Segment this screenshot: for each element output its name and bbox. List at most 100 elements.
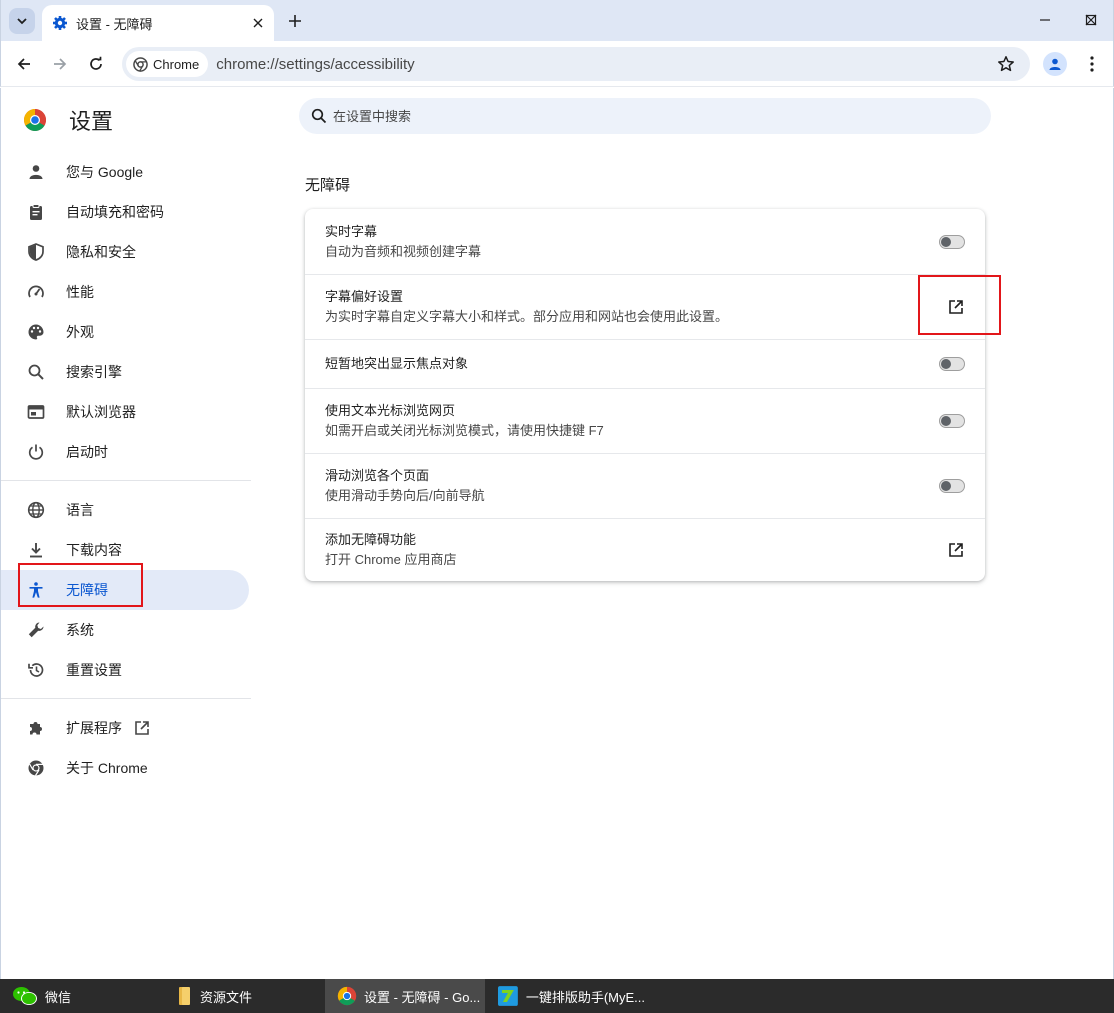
setting-row-caption-preferences[interactable]: 字幕偏好设置 为实时字幕自定义字幕大小和样式。部分应用和网站也会使用此设置。 bbox=[305, 274, 985, 339]
taskbar-label: 一键排版助手(MyE... bbox=[525, 989, 645, 1005]
speedometer-icon bbox=[25, 281, 47, 303]
sidebar-item-languages[interactable]: 语言 bbox=[1, 490, 249, 530]
sidebar-item-about-chrome[interactable]: 关于 Chrome bbox=[1, 748, 249, 788]
url-text[interactable]: chrome://settings/accessibility bbox=[216, 56, 992, 73]
accessibility-settings-card: 实时字幕 自动为音频和视频创建字幕 字幕偏好设置 为实时字幕自定义字幕大小和样式… bbox=[305, 209, 985, 581]
setting-row-focus-highlight[interactable]: 短暂地突出显示焦点对象 bbox=[305, 339, 985, 388]
forward-button[interactable] bbox=[46, 50, 74, 78]
settings-page: 设置 您与 Google 自动填充和密码 隐私和安全 性能 外观 搜索引擎 bbox=[0, 88, 1114, 979]
history-icon bbox=[25, 659, 47, 681]
sidebar-item-label: 外观 bbox=[66, 324, 94, 340]
reload-button[interactable] bbox=[82, 50, 110, 78]
swipe-navigation-toggle[interactable] bbox=[939, 479, 965, 493]
setting-row-live-caption[interactable]: 实时字幕 自动为音频和视频创建字幕 bbox=[305, 209, 985, 274]
sidebar-item-appearance[interactable]: 外观 bbox=[1, 312, 249, 352]
browser-menu-button[interactable] bbox=[1080, 50, 1104, 78]
sidebar-divider bbox=[1, 698, 251, 699]
setting-title: 滑动浏览各个页面 bbox=[325, 468, 430, 483]
sidebar-item-on-startup[interactable]: 启动时 bbox=[1, 432, 249, 472]
reload-icon bbox=[90, 56, 102, 70]
sidebar-item-autofill[interactable]: 自动填充和密码 bbox=[1, 192, 249, 232]
setting-subtitle: 如需开启或关闭光标浏览模式，请使用快捷键 F7 bbox=[325, 423, 604, 438]
sidebar-item-label: 关于 Chrome bbox=[66, 760, 148, 776]
globe-icon bbox=[25, 499, 47, 521]
tab-close-button[interactable] bbox=[248, 13, 268, 33]
browser-toolbar: Chrome chrome://settings/accessibility bbox=[0, 41, 1114, 87]
gear-icon bbox=[53, 16, 67, 30]
address-bar[interactable]: Chrome chrome://settings/accessibility bbox=[122, 47, 1030, 81]
setting-title: 实时字幕 bbox=[325, 223, 378, 239]
wechat-icon bbox=[13, 987, 37, 1005]
power-icon bbox=[25, 441, 47, 463]
profile-avatar-button[interactable] bbox=[1043, 52, 1067, 76]
sidebar-item-label: 自动填充和密码 bbox=[66, 204, 164, 220]
star-icon bbox=[998, 56, 1014, 72]
live-caption-toggle[interactable] bbox=[939, 234, 965, 249]
sidebar-item-system[interactable]: 系统 bbox=[1, 610, 249, 650]
close-icon bbox=[1085, 14, 1097, 26]
open-in-new-icon bbox=[949, 543, 963, 557]
sidebar-item-label: 隐私和安全 bbox=[66, 244, 136, 260]
back-button[interactable] bbox=[10, 50, 38, 78]
bookmark-star-button[interactable] bbox=[992, 50, 1020, 78]
chrome-logo-icon bbox=[24, 109, 46, 131]
site-info-chip[interactable]: Chrome bbox=[126, 51, 209, 77]
taskbar-item-wechat[interactable]: 微信 bbox=[0, 979, 165, 1013]
browser-icon bbox=[25, 401, 47, 423]
download-icon bbox=[25, 539, 47, 561]
palette-icon bbox=[25, 321, 47, 343]
arrow-right-icon bbox=[54, 58, 67, 70]
more-vert-icon bbox=[1090, 56, 1094, 72]
setting-title: 字幕偏好设置 bbox=[325, 289, 404, 304]
tab-strip: 设置 - 无障碍 bbox=[0, 0, 1114, 41]
section-title: 无障碍 bbox=[305, 177, 351, 194]
tab-settings-accessibility[interactable]: 设置 - 无障碍 bbox=[42, 5, 274, 41]
sidebar-item-performance[interactable]: 性能 bbox=[1, 272, 249, 312]
caret-browsing-toggle[interactable] bbox=[939, 414, 965, 428]
chrome-icon bbox=[133, 56, 148, 72]
taskbar-item-myeditor[interactable]: 一键排版助手(MyE... bbox=[485, 979, 645, 1013]
person-icon bbox=[1049, 58, 1061, 70]
chrome-icon bbox=[337, 986, 357, 1006]
taskbar-label: 资源文件 bbox=[200, 989, 253, 1005]
web-store-launch-button[interactable] bbox=[945, 539, 967, 561]
puzzle-icon bbox=[25, 717, 47, 739]
shield-icon bbox=[25, 241, 47, 263]
sidebar-item-label: 重置设置 bbox=[66, 662, 122, 678]
new-tab-button[interactable] bbox=[283, 9, 307, 33]
plus-icon bbox=[289, 15, 301, 27]
setting-title: 使用文本光标浏览网页 bbox=[325, 403, 456, 418]
setting-row-swipe-navigation[interactable]: 滑动浏览各个页面 使用滑动手势向后/向前导航 bbox=[305, 453, 985, 518]
focus-highlight-toggle[interactable] bbox=[939, 357, 965, 371]
tab-search-button[interactable] bbox=[9, 8, 35, 34]
toggle-knob bbox=[941, 416, 951, 426]
chrome-icon bbox=[25, 757, 47, 779]
settings-search-box[interactable] bbox=[299, 98, 991, 134]
sidebar-item-search-engine[interactable]: 搜索引擎 bbox=[1, 352, 249, 392]
sidebar-item-reset[interactable]: 重置设置 bbox=[1, 650, 249, 690]
sidebar-item-label: 性能 bbox=[66, 284, 94, 300]
setting-row-add-accessibility-features[interactable]: 添加无障碍功能 打开 Chrome 应用商店 bbox=[305, 518, 985, 581]
sidebar-item-you-and-google[interactable]: 您与 Google bbox=[1, 152, 249, 192]
setting-row-caret-browsing[interactable]: 使用文本光标浏览网页 如需开启或关闭光标浏览模式，请使用快捷键 F7 bbox=[305, 388, 985, 453]
sidebar-item-privacy[interactable]: 隐私和安全 bbox=[1, 232, 249, 272]
setting-subtitle: 打开 Chrome 应用商店 bbox=[325, 552, 457, 567]
sidebar-item-label: 下载内容 bbox=[66, 542, 122, 558]
settings-sidebar: 您与 Google 自动填充和密码 隐私和安全 性能 外观 搜索引擎 默认浏览器 bbox=[1, 152, 251, 788]
sidebar-item-label: 扩展程序 bbox=[66, 720, 122, 736]
open-in-new-icon bbox=[134, 720, 150, 736]
close-window-button[interactable] bbox=[1068, 5, 1114, 35]
minimize-button[interactable] bbox=[1022, 5, 1068, 35]
wrench-icon bbox=[25, 619, 47, 641]
taskbar-item-resource-files[interactable]: 资源文件 bbox=[165, 979, 325, 1013]
sidebar-item-label: 默认浏览器 bbox=[66, 404, 136, 420]
settings-search-input[interactable] bbox=[333, 108, 933, 124]
sidebar-item-extensions[interactable]: 扩展程序 bbox=[1, 708, 249, 748]
highlight-box-caption-launch bbox=[918, 275, 1001, 335]
search-icon bbox=[25, 361, 47, 383]
arrow-left-icon bbox=[17, 58, 30, 70]
app-icon bbox=[497, 986, 518, 1006]
sidebar-item-label: 语言 bbox=[66, 502, 94, 518]
sidebar-item-default-browser[interactable]: 默认浏览器 bbox=[1, 392, 249, 432]
taskbar-item-chrome-settings[interactable]: 设置 - 无障碍 - Go... bbox=[325, 979, 485, 1013]
